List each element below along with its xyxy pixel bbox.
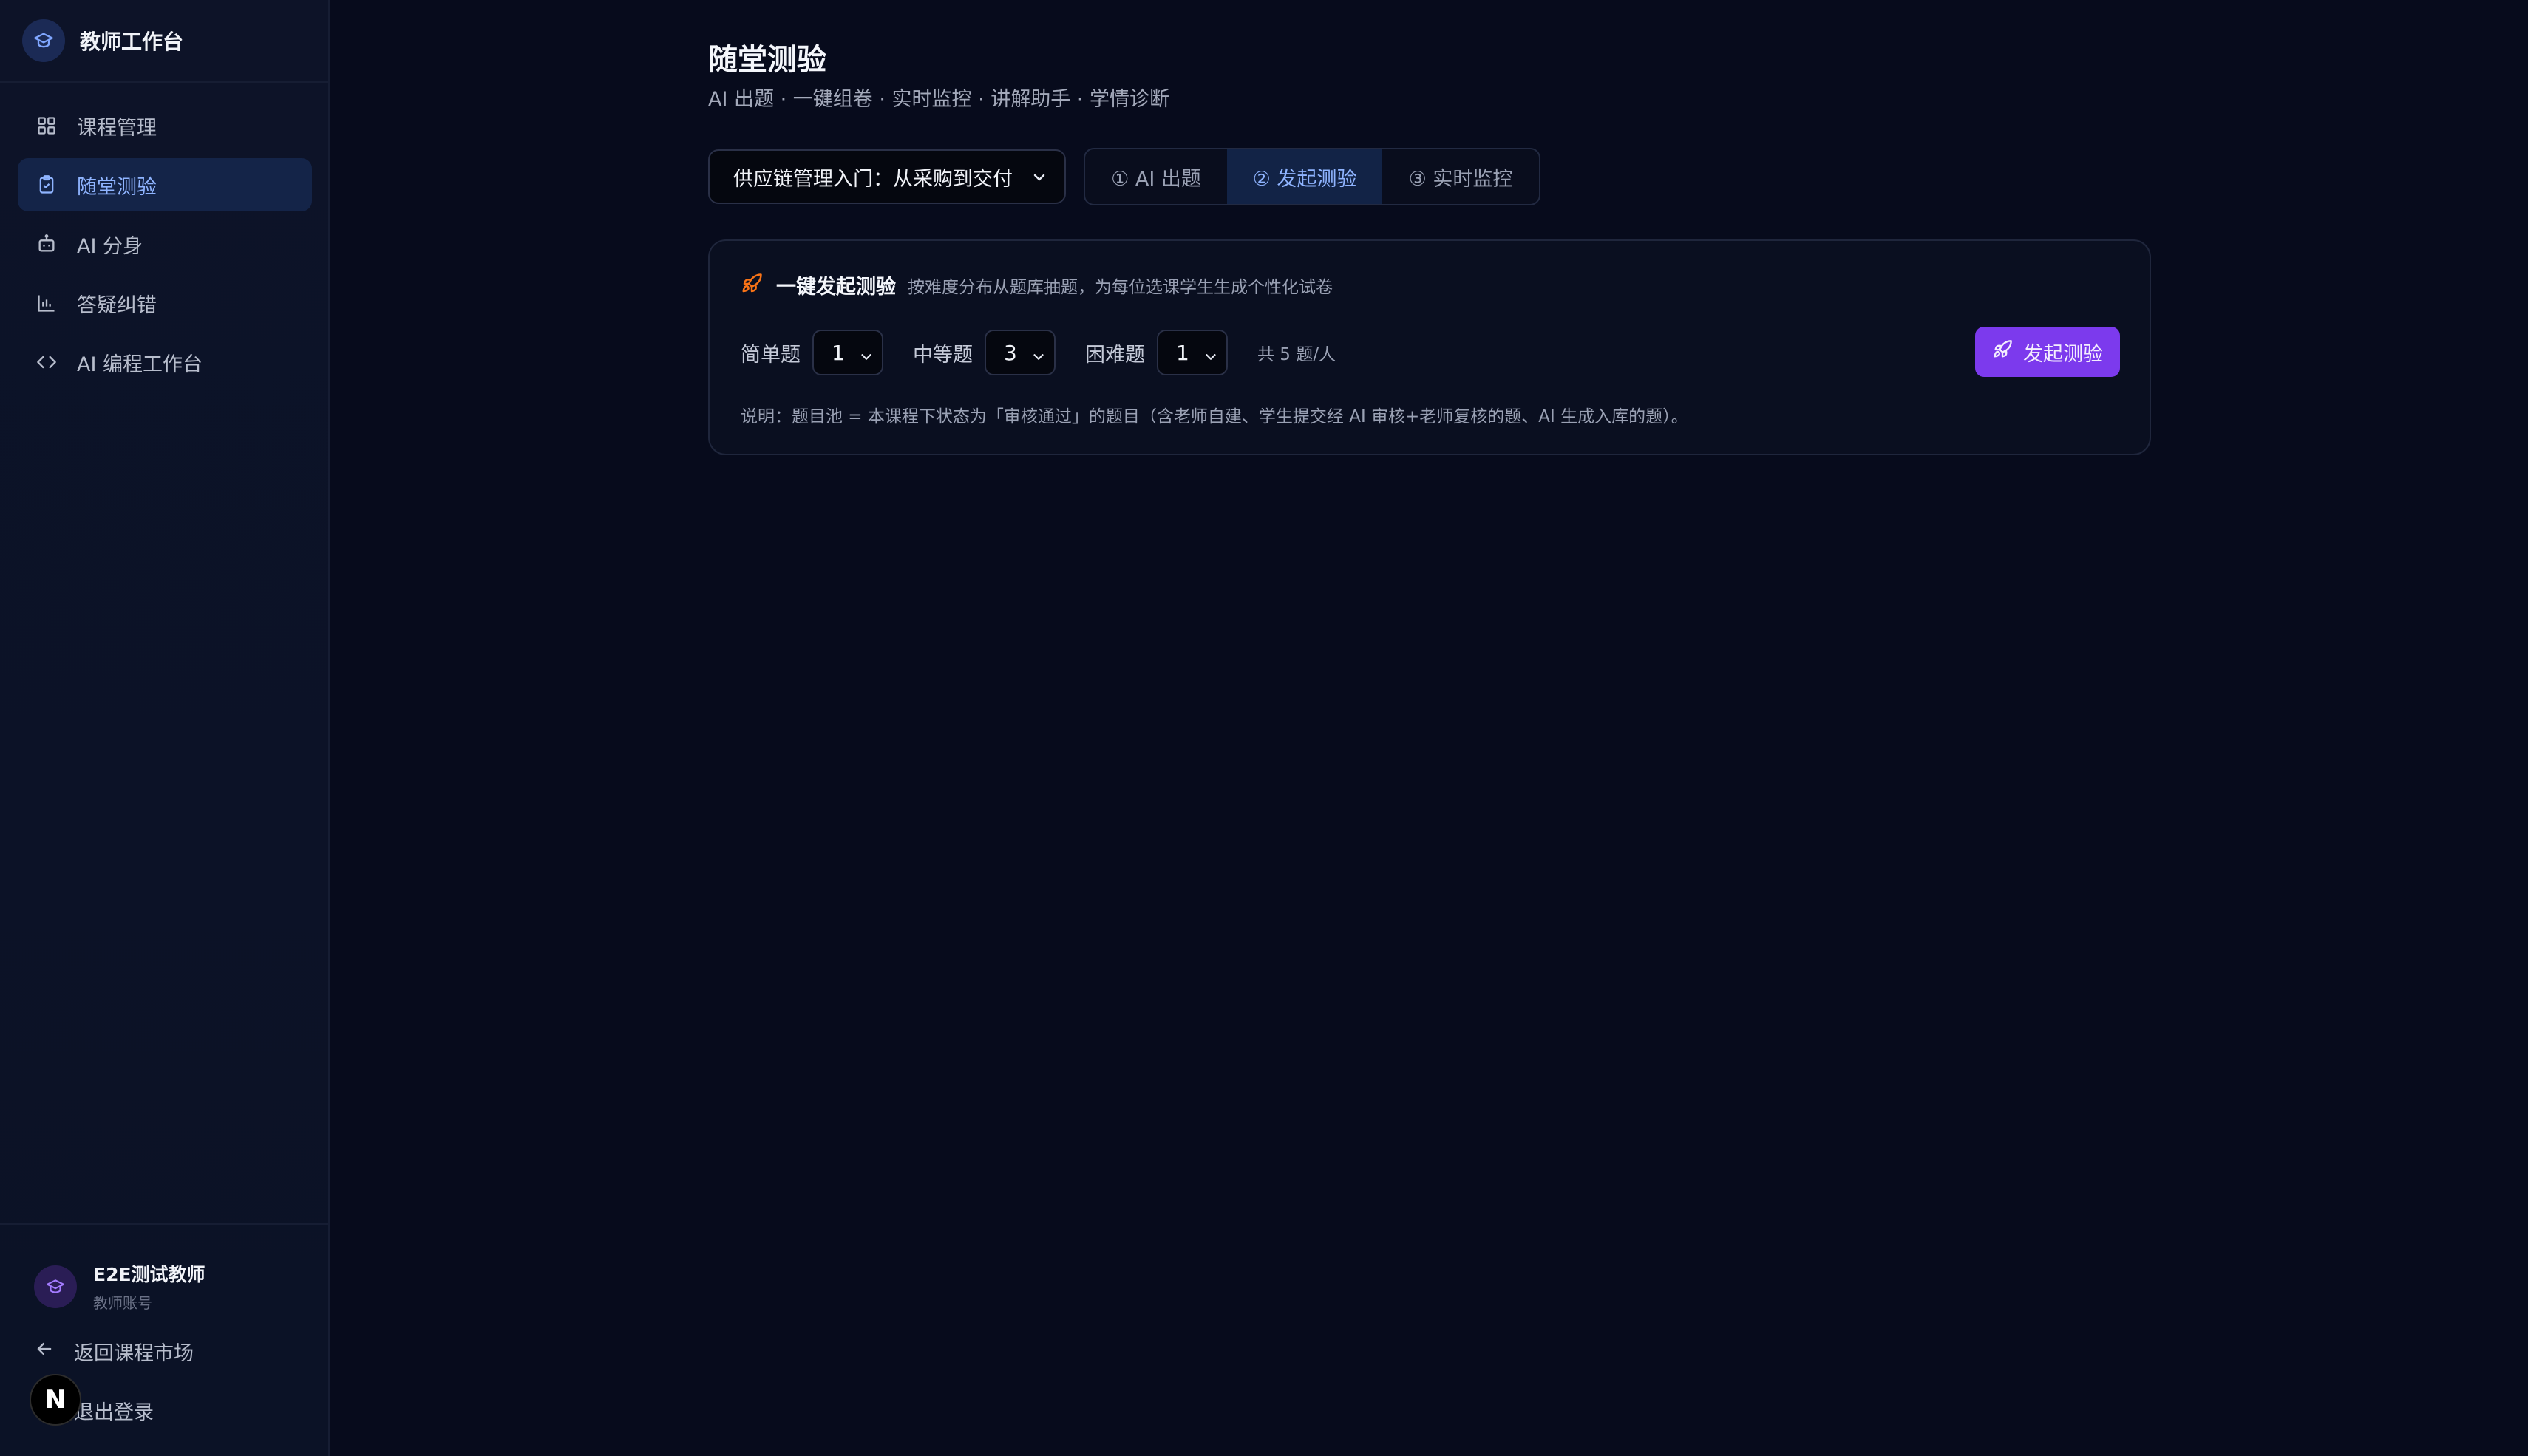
card-description: 按难度分布从题库抽题，为每位选课学生生成个性化试卷 — [908, 277, 1333, 297]
sidebar-item-ai-avatar[interactable]: AI 分身 — [18, 217, 312, 271]
user-text: E2E测试教师 教师账号 — [93, 1260, 205, 1313]
tab-ai-generate[interactable]: ① AI 出题 — [1085, 149, 1227, 204]
rocket-icon — [741, 273, 763, 298]
sidebar-item-label: AI 分身 — [77, 234, 143, 258]
dev-tools-badge[interactable]: N — [30, 1374, 81, 1426]
easy-count-select[interactable]: 1 — [812, 330, 883, 375]
hard-label: 困难题 — [1085, 343, 1145, 367]
tab-label: ② 发起测验 — [1252, 167, 1357, 191]
card-header: 一键发起测验 按难度分布从题库抽题，为每位选课学生生成个性化试卷 — [741, 271, 1333, 299]
brand-header: 教师工作台 — [0, 0, 328, 83]
sidebar-item-courses[interactable]: 课程管理 — [18, 99, 312, 152]
user-card: E2E测试教师 教师账号 — [34, 1260, 205, 1313]
chevron-down-icon — [858, 346, 874, 370]
hard-count-value: 1 — [1176, 340, 1189, 365]
code-icon — [35, 351, 58, 373]
sidebar-item-qa[interactable]: 答疑纠错 — [18, 276, 312, 330]
back-to-market-link[interactable]: 返回课程市场 — [34, 1337, 194, 1366]
badge-letter: N — [44, 1385, 67, 1415]
chevron-down-icon — [1203, 346, 1219, 370]
clipboard-check-icon — [35, 174, 58, 196]
sidebar-item-label: 随堂测验 — [77, 175, 157, 199]
grid-icon — [35, 115, 58, 137]
course-select-value: 供应链管理入门：从采购到交付 — [733, 167, 1013, 191]
avatar — [34, 1265, 77, 1308]
sidebar-footer: E2E测试教师 教师账号 返回课程市场 退出登录 — [0, 1223, 328, 1424]
arrow-left-icon — [34, 1338, 55, 1364]
sidebar: 教师工作台 课程管理 随堂测验 AI 分身 答疑纠错 AI 编程工作台 E2E测… — [0, 0, 330, 1456]
tab-label: ① AI 出题 — [1111, 167, 1201, 191]
medium-count-value: 3 — [1004, 340, 1017, 365]
tab-launch-quiz[interactable]: ② 发起测验 — [1227, 149, 1382, 204]
question-pool-note: 说明：题目池 = 本课程下状态为「审核通过」的题目（含老师自建、学生提交经 AI… — [741, 407, 1688, 426]
graduation-cap-icon — [22, 19, 65, 62]
difficulty-row: 简单题 1 中等题 3 困难题 1 共 5 题/人 — [741, 328, 1336, 377]
page-subtitle: AI 出题 · 一键组卷 · 实时监控 · 讲解助手 · 学情诊断 — [708, 88, 1170, 111]
easy-count-value: 1 — [832, 340, 845, 365]
easy-label: 简单题 — [741, 343, 801, 367]
sidebar-item-label: 课程管理 — [77, 116, 157, 140]
user-name: E2E测试教师 — [93, 1264, 205, 1285]
app-root: 教师工作台 课程管理 随堂测验 AI 分身 答疑纠错 AI 编程工作台 E2E测… — [0, 0, 2528, 1456]
launch-quiz-card: 一键发起测验 按难度分布从题库抽题，为每位选课学生生成个性化试卷 简单题 1 中… — [708, 239, 2151, 455]
brand-title: 教师工作台 — [80, 30, 184, 54]
total-per-student: 共 5 题/人 — [1257, 345, 1336, 364]
card-title: 一键发起测验 — [776, 276, 896, 299]
robot-icon — [35, 233, 58, 255]
sidebar-item-ai-coding[interactable]: AI 编程工作台 — [18, 336, 312, 389]
logout-label: 退出登录 — [74, 1401, 154, 1424]
medium-count-select[interactable]: 3 — [985, 330, 1056, 375]
launch-quiz-label: 发起测验 — [2023, 342, 2103, 366]
bar-chart-icon — [35, 292, 58, 314]
sidebar-item-label: 答疑纠错 — [77, 293, 157, 317]
chevron-down-icon — [1030, 346, 1047, 370]
user-role: 教师账号 — [93, 1294, 152, 1312]
page-title: 随堂测验 — [708, 43, 826, 77]
chevron-down-icon — [1030, 169, 1048, 191]
launch-quiz-button[interactable]: 发起测验 — [1975, 327, 2120, 377]
tab-label: ③ 实时监控 — [1408, 167, 1513, 191]
course-select[interactable]: 供应链管理入门：从采购到交付 — [708, 149, 1066, 204]
sidebar-item-label: AI 编程工作台 — [77, 353, 203, 376]
step-tabs: ① AI 出题 ② 发起测验 ③ 实时监控 — [1084, 148, 1540, 205]
sidebar-nav: 课程管理 随堂测验 AI 分身 答疑纠错 AI 编程工作台 — [18, 99, 312, 395]
back-to-market-label: 返回课程市场 — [74, 1342, 194, 1365]
hard-count-select[interactable]: 1 — [1157, 330, 1228, 375]
medium-label: 中等题 — [913, 343, 973, 367]
tab-live-monitor[interactable]: ③ 实时监控 — [1382, 149, 1539, 204]
sidebar-item-quiz[interactable]: 随堂测验 — [18, 158, 312, 211]
rocket-icon — [1992, 339, 2013, 365]
